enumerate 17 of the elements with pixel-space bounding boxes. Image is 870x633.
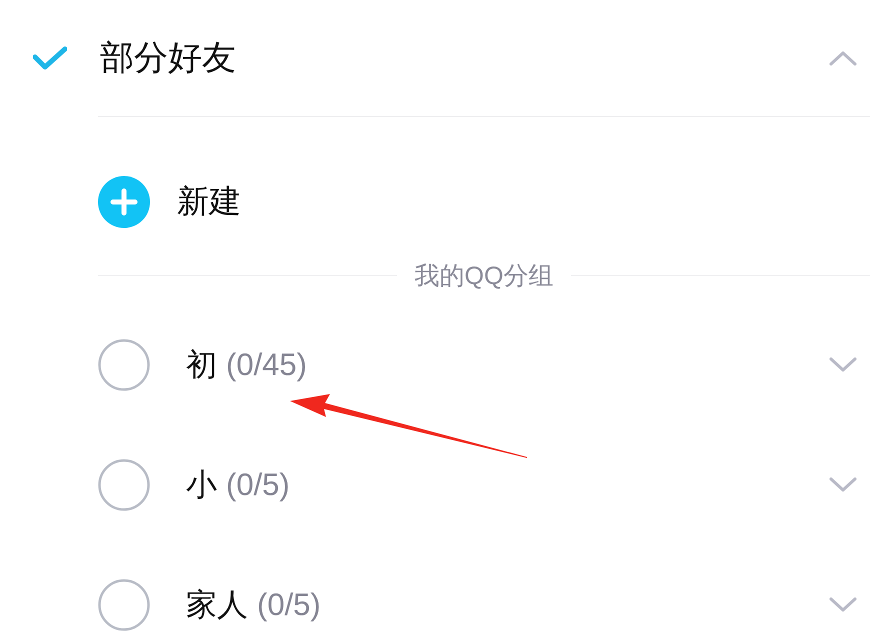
group-name: 初	[186, 346, 217, 384]
group-name: 家人	[186, 586, 248, 624]
chevron-down-icon[interactable]	[829, 357, 857, 373]
new-group-button[interactable]: 新建	[177, 180, 241, 224]
radio-circle-icon[interactable]	[98, 459, 150, 511]
plus-icon[interactable]	[98, 176, 150, 228]
chevron-up-icon[interactable]	[829, 50, 857, 66]
radio-circle-icon[interactable]	[98, 579, 150, 631]
section-title: 我的QQ分组	[414, 260, 554, 292]
member-count: (0/5)	[257, 587, 321, 623]
chevron-down-icon[interactable]	[829, 597, 857, 613]
radio-circle-icon[interactable]	[98, 339, 150, 391]
member-count: (0/5)	[226, 467, 290, 503]
group-name: 小	[186, 466, 217, 504]
member-count: (0/45)	[226, 347, 307, 383]
chevron-down-icon[interactable]	[829, 477, 857, 493]
option-label[interactable]: 部分好友	[100, 35, 236, 81]
